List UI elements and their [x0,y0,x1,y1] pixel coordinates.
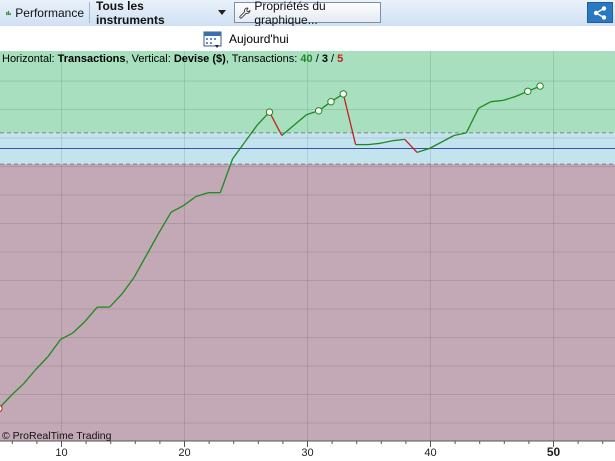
calendar-icon [203,31,222,48]
share-button[interactable] [587,2,613,23]
horizontal-value: Transactions [57,53,126,65]
trade-marker [339,90,347,98]
copyright: © ProRealTime Trading [2,430,112,442]
wrench-icon [239,6,251,19]
separator: / [315,53,319,65]
trade-marker [327,98,335,106]
x-tick-label: 10 [55,447,67,459]
transactions-count: 3 [321,53,328,65]
vertical-value: Devise ($) [173,53,226,65]
chart-properties-label: Propriétés du graphique... [254,0,326,27]
vertical-label: Vertical: [131,53,171,65]
transactions-total: 40 [300,53,313,65]
x-tick-label: 50 [547,445,561,459]
chart-properties-button[interactable]: Propriétés du graphique... [234,0,381,27]
chevron-down-icon [218,10,226,15]
x-tick-label: 20 [178,447,190,459]
instruments-dropdown[interactable]: Tous les instruments [92,0,230,27]
toolbar: Performance Tous les instruments Proprié… [0,0,615,27]
equity-curve-chart[interactable]: 10 20 30 40 50 [0,51,615,461]
performance-label: Performance [15,5,84,20]
date-bar: Aujourd'hui [0,26,615,51]
chart-info: Horizontal: Transactions, Vertical: Devi… [2,53,344,65]
trade-marker [314,107,323,115]
transactions-label: Transactions: [231,53,298,65]
horizontal-label: Horizontal: [2,53,55,65]
instruments-label: Tous les instruments [96,0,165,27]
performance-button[interactable]: Performance [2,2,88,23]
x-tick-label: 30 [301,447,313,459]
share-icon [593,5,607,20]
today-button[interactable]: Aujourd'hui [203,29,289,49]
transactions-losing: 5 [337,53,344,65]
today-label: Aujourd'hui [229,32,289,46]
x-tick-label: 40 [424,447,436,459]
separator: / [331,53,335,65]
toolbar-divider [89,2,90,23]
trade-marker [536,82,544,90]
trade-marker [0,404,3,413]
x-axis: 10 20 30 40 50 [0,440,615,461]
chart-bar-icon [6,10,11,15]
trade-marker [524,87,532,96]
trade-marker [265,108,274,116]
